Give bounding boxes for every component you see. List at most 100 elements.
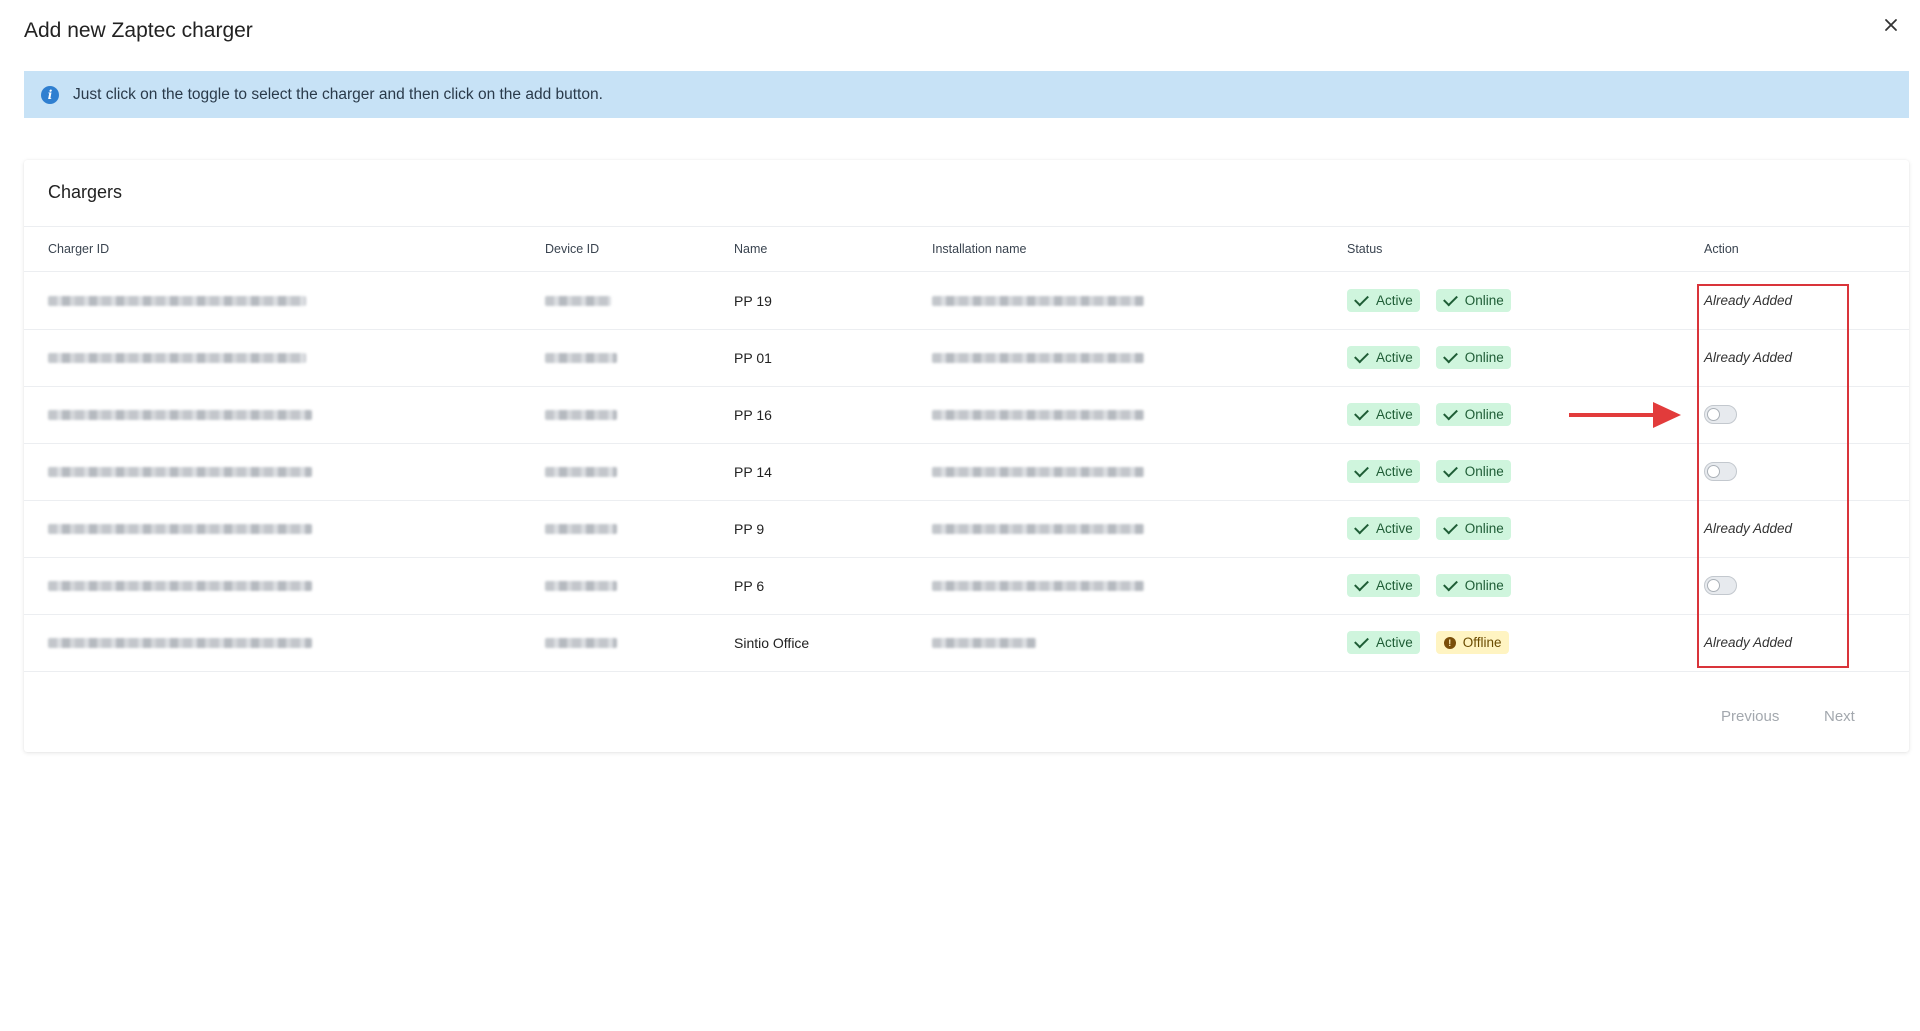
add-charger-dialog: Add new Zaptec charger i Just click on t… <box>0 0 1920 1031</box>
check-icon <box>1442 519 1458 535</box>
installation-name-cell <box>932 443 1144 500</box>
device-id-cell <box>545 557 617 614</box>
status-badge-label: Active <box>1376 578 1413 593</box>
charger-id-cell <box>48 443 312 500</box>
device-id-cell <box>545 443 617 500</box>
redacted-device-id <box>545 295 611 306</box>
installation-name-cell <box>932 329 1144 386</box>
annotation-arrow-icon <box>1569 402 1681 428</box>
table-row: PP 19 Active Online Already Added <box>24 272 1909 330</box>
connectivity-badge: Online <box>1435 346 1511 369</box>
connectivity-badge: Online <box>1435 403 1511 426</box>
status-badge: Active <box>1347 289 1420 312</box>
status-badge: Active <box>1347 574 1420 597</box>
redacted-installation-name <box>932 295 1144 306</box>
installation-name-cell <box>932 272 1144 329</box>
redacted-device-id <box>545 580 617 591</box>
status-badge: Active <box>1347 631 1420 654</box>
column-header-charger-id: Charger ID <box>48 242 110 256</box>
charger-id-cell <box>48 272 306 329</box>
installation-name-cell <box>932 614 1036 671</box>
check-icon <box>1354 405 1369 421</box>
info-icon: i <box>41 85 59 104</box>
redacted-installation-name <box>932 409 1144 420</box>
device-id-cell <box>545 272 611 329</box>
redacted-installation-name <box>932 523 1144 534</box>
check-icon <box>1442 348 1458 364</box>
status-badge-label: Active <box>1376 293 1413 308</box>
charger-name-cell: PP 9 <box>734 520 765 537</box>
info-banner: i Just click on the toggle to select the… <box>24 71 1909 118</box>
table-header: Charger ID Device ID Name Installation n… <box>24 227 1909 272</box>
charger-id-cell <box>48 614 312 671</box>
redacted-charger-id <box>48 466 312 477</box>
warning-icon: ! <box>1443 636 1456 649</box>
connectivity-badge: Online <box>1435 574 1511 597</box>
status-badge-label: Active <box>1376 521 1413 536</box>
check-icon <box>1442 462 1458 478</box>
redacted-charger-id <box>48 523 312 534</box>
connectivity-badge-label: Online <box>1464 578 1504 593</box>
redacted-installation-name <box>932 580 1144 591</box>
column-header-installation-name: Installation name <box>932 242 1027 256</box>
redacted-installation-name <box>932 352 1144 363</box>
status-badge: Active <box>1347 517 1420 540</box>
close-icon <box>1885 19 1897 31</box>
redacted-device-id <box>545 637 617 648</box>
connectivity-badge-label: Online <box>1464 350 1504 365</box>
info-text: Just click on the toggle to select the c… <box>73 85 603 103</box>
charger-id-cell <box>48 557 312 614</box>
connectivity-badge: Online <box>1435 460 1511 483</box>
annotation-highlight-box <box>1697 284 1849 668</box>
check-icon <box>1442 291 1458 307</box>
redacted-device-id <box>545 523 617 534</box>
column-header-action: Action <box>1704 242 1739 256</box>
previous-button[interactable]: Previous <box>1721 708 1779 725</box>
connectivity-badge-label: Online <box>1464 293 1504 308</box>
next-button[interactable]: Next <box>1824 708 1855 725</box>
installation-name-cell <box>932 557 1144 614</box>
charger-name-cell: PP 14 <box>734 463 772 480</box>
status-cell: Active Online <box>1347 557 1527 614</box>
connectivity-badge: ! Offline <box>1435 631 1509 654</box>
redacted-device-id <box>545 409 617 420</box>
status-badge: Active <box>1347 346 1420 369</box>
redacted-charger-id <box>48 409 312 420</box>
charger-name-cell: PP 01 <box>734 349 772 366</box>
connectivity-badge-label: Online <box>1464 521 1504 536</box>
status-badge: Active <box>1347 460 1420 483</box>
redacted-charger-id <box>48 352 306 363</box>
status-cell: Active Online <box>1347 443 1527 500</box>
column-header-device-id: Device ID <box>545 242 600 256</box>
connectivity-badge: Online <box>1435 517 1511 540</box>
redacted-device-id <box>545 352 617 363</box>
status-cell: Active! Offline <box>1347 614 1525 671</box>
redacted-charger-id <box>48 295 306 306</box>
status-cell: Active Online <box>1347 386 1527 443</box>
connectivity-badge-label: Online <box>1464 407 1504 422</box>
check-icon <box>1442 405 1458 421</box>
table-row: PP 9 Active Online Already Added <box>24 500 1909 558</box>
chargers-card: Chargers Charger ID Device ID Name Insta… <box>24 160 1909 752</box>
status-badge-label: Active <box>1376 635 1413 650</box>
installation-name-cell <box>932 386 1144 443</box>
charger-id-cell <box>48 500 312 557</box>
check-icon <box>1354 462 1369 478</box>
charger-name-cell: PP 6 <box>734 577 765 594</box>
check-icon <box>1354 576 1369 592</box>
device-id-cell <box>545 500 617 557</box>
charger-name-cell: PP 19 <box>734 292 772 309</box>
check-icon <box>1354 633 1369 649</box>
device-id-cell <box>545 329 617 386</box>
status-badge-label: Active <box>1376 407 1413 422</box>
status-cell: Active Online <box>1347 272 1527 329</box>
redacted-device-id <box>545 466 617 477</box>
dialog-title: Add new Zaptec charger <box>24 19 253 42</box>
close-button[interactable] <box>1878 12 1904 38</box>
status-cell: Active Online <box>1347 329 1527 386</box>
redacted-charger-id <box>48 637 312 648</box>
card-title: Chargers <box>48 182 123 202</box>
check-icon <box>1354 519 1369 535</box>
table-row: PP 6 Active Online <box>24 557 1909 615</box>
connectivity-badge-label: Offline <box>1462 635 1502 650</box>
